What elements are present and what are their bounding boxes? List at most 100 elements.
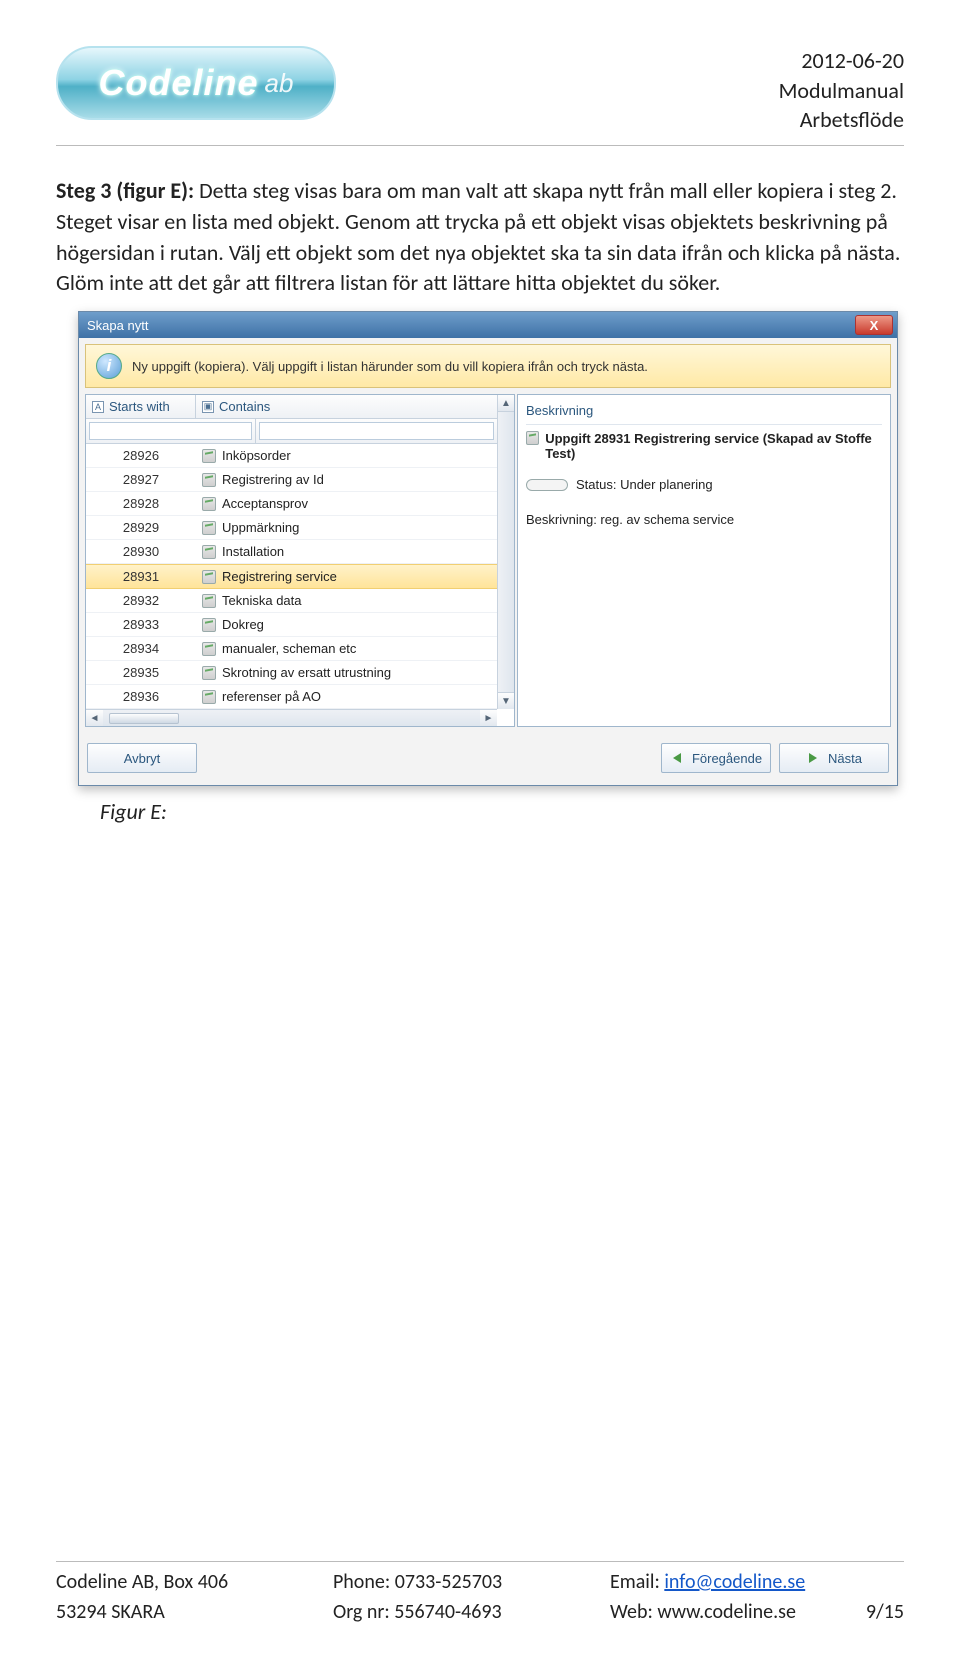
header-meta: 2012-06-20 Modulmanual Arbetsflöde <box>779 46 904 135</box>
list-item[interactable]: 28926 Inköpsorder <box>86 444 497 468</box>
list-item[interactable]: 28928 Acceptansprov <box>86 492 497 516</box>
description-text: Beskrivning: reg. av schema service <box>526 498 882 531</box>
task-icon <box>202 521 216 535</box>
info-text: Ny uppgift (kopiera). Välj uppgift i lis… <box>132 359 648 374</box>
vertical-scrollbar[interactable]: ▲ ▼ <box>497 395 514 709</box>
scroll-right-icon[interactable]: ► <box>480 710 497 726</box>
task-icon <box>202 449 216 463</box>
scroll-left-icon[interactable]: ◄ <box>86 710 103 726</box>
page-footer: Codeline AB, Box 406 Phone: 0733-525703 … <box>56 1561 904 1624</box>
list-item-id: 28931 <box>86 565 196 588</box>
hscroll-thumb[interactable] <box>109 713 179 724</box>
logo-main-text: Codeline <box>99 62 259 104</box>
header-divider <box>56 145 904 146</box>
list-item[interactable]: 28927 Registrering av Id <box>86 468 497 492</box>
dialog-skapa-nytt: Skapa nytt X i Ny uppgift (kopiera). Väl… <box>78 311 898 786</box>
task-icon <box>202 666 216 680</box>
body-paragraph: Steg 3 (figur E): Detta steg visas bara … <box>56 176 904 299</box>
list-item-name: Inköpsorder <box>222 448 291 463</box>
list-item-id: 28928 <box>86 492 196 515</box>
list-pane: AStarts with ▣Contains 28926Inköpsorder2… <box>85 394 515 727</box>
task-icon <box>202 545 216 559</box>
list-item[interactable]: 28931 Registrering service <box>86 564 497 589</box>
status-pill-icon <box>526 479 568 491</box>
list-item-id: 28932 <box>86 589 196 612</box>
footer-email-link[interactable]: info@codeline.se <box>664 1570 805 1594</box>
selected-item-title: Uppgift 28931 Registrering service (Skap… <box>526 425 882 471</box>
list-item-name: Tekniska data <box>222 593 302 608</box>
dialog-title: Skapa nytt <box>87 318 148 333</box>
task-icon <box>202 594 216 608</box>
footer-city: 53294 SKARA <box>56 1600 309 1624</box>
list-item[interactable]: 28936 referenser på AO <box>86 685 497 709</box>
list-item[interactable]: 28929 Uppmärkning <box>86 516 497 540</box>
list-item-name: Installation <box>222 544 284 559</box>
list-rows: 28926Inköpsorder28927Registrering av Id2… <box>86 444 497 709</box>
task-icon <box>202 618 216 632</box>
filter-input-id[interactable] <box>89 422 252 440</box>
task-icon <box>202 642 216 656</box>
scroll-down-icon[interactable]: ▼ <box>498 692 514 709</box>
list-item-name: referenser på AO <box>222 689 321 704</box>
footer-email: Email: info@codeline.se <box>610 1570 842 1594</box>
status-row: Status: Under planering <box>526 471 882 498</box>
text-filter-icon: A <box>92 401 104 413</box>
list-item-id: 28929 <box>86 516 196 539</box>
footer-company: Codeline AB, Box 406 <box>56 1570 309 1594</box>
description-header: Beskrivning <box>526 401 882 425</box>
step-label: Steg 3 (figur E): <box>56 177 199 204</box>
status-text: Status: Under planering <box>576 477 713 492</box>
list-item-id: 28933 <box>86 613 196 636</box>
footer-web: Web: www.codeline.se <box>610 1600 842 1624</box>
list-item[interactable]: 28935 Skrotning av ersatt utrustning <box>86 661 497 685</box>
cancel-button[interactable]: Avbryt <box>87 743 197 773</box>
close-icon: X <box>870 318 879 333</box>
arrow-left-icon <box>670 751 684 765</box>
list-item-name: Acceptansprov <box>222 496 308 511</box>
list-item-name: Uppmärkning <box>222 520 299 535</box>
scroll-up-icon[interactable]: ▲ <box>498 395 514 412</box>
task-icon <box>202 473 216 487</box>
footer-org: Org nr: 556740-4693 <box>333 1600 586 1624</box>
task-icon <box>202 690 216 704</box>
arrow-right-icon <box>806 751 820 765</box>
task-icon <box>526 431 539 445</box>
dialog-titlebar: Skapa nytt X <box>79 312 897 338</box>
list-item-name: manualer, scheman etc <box>222 641 356 656</box>
col-header-startswith[interactable]: AStarts with <box>86 395 196 418</box>
filter-input-name[interactable] <box>259 422 494 440</box>
list-item-name: Registrering service <box>222 569 337 584</box>
list-item-id: 28927 <box>86 468 196 491</box>
logo-sub-text: ab <box>265 68 294 99</box>
logo: Codeline ab <box>56 46 336 120</box>
info-icon: i <box>96 353 122 379</box>
column-headers: AStarts with ▣Contains <box>86 395 497 419</box>
horizontal-scrollbar[interactable]: ◄ ► <box>86 709 497 726</box>
list-item-name: Registrering av Id <box>222 472 324 487</box>
list-item-id: 28936 <box>86 685 196 708</box>
button-bar: Avbryt Föregående Nästa <box>79 733 897 785</box>
page-number: 9/15 <box>866 1600 904 1624</box>
previous-button[interactable]: Föregående <box>661 743 771 773</box>
list-item-id: 28926 <box>86 444 196 467</box>
header-date: 2012-06-20 <box>779 46 904 76</box>
list-item[interactable]: 28932 Tekniska data <box>86 589 497 613</box>
list-item-id: 28934 <box>86 637 196 660</box>
list-item-id: 28930 <box>86 540 196 563</box>
footer-phone: Phone: 0733-525703 <box>333 1570 586 1594</box>
list-item[interactable]: 28930 Installation <box>86 540 497 564</box>
next-button[interactable]: Nästa <box>779 743 889 773</box>
close-button[interactable]: X <box>855 315 893 335</box>
contains-filter-icon: ▣ <box>202 401 214 413</box>
list-item[interactable]: 28933 Dokreg <box>86 613 497 637</box>
list-item-name: Skrotning av ersatt utrustning <box>222 665 391 680</box>
task-icon <box>202 570 216 584</box>
task-icon <box>202 497 216 511</box>
header-doc-sub: Arbetsflöde <box>779 105 904 135</box>
col-header-contains[interactable]: ▣Contains <box>196 395 497 418</box>
list-item-name: Dokreg <box>222 617 264 632</box>
info-bar: i Ny uppgift (kopiera). Välj uppgift i l… <box>85 344 891 388</box>
description-pane: Beskrivning Uppgift 28931 Registrering s… <box>517 394 891 727</box>
list-item[interactable]: 28934 manualer, scheman etc <box>86 637 497 661</box>
list-item-id: 28935 <box>86 661 196 684</box>
